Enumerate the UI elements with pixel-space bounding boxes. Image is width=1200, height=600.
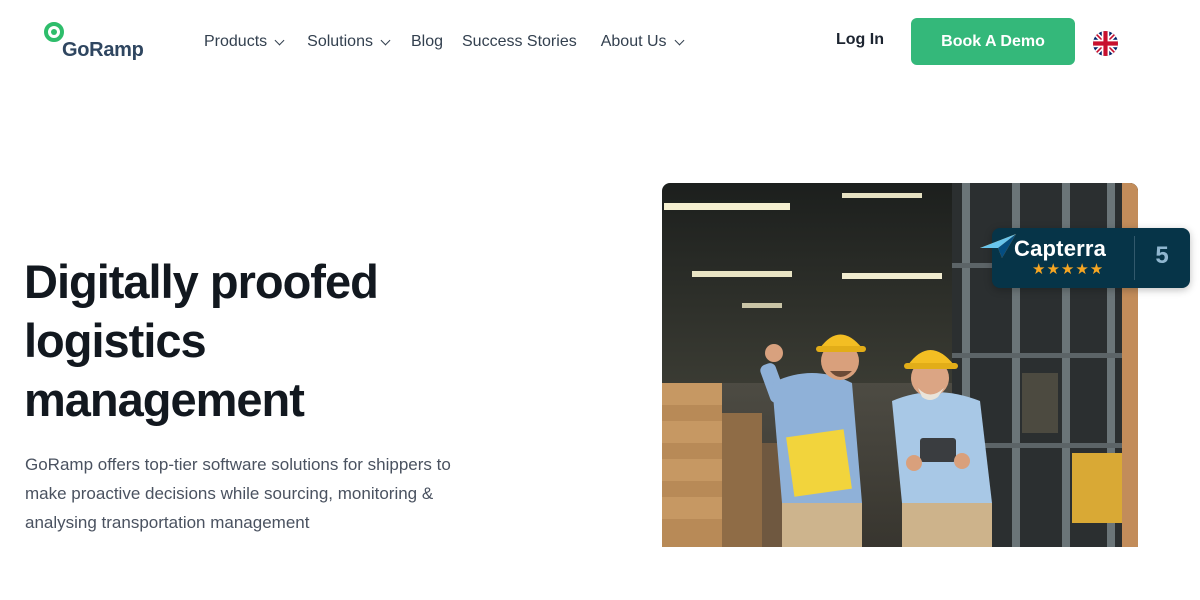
nav-item-success-stories[interactable]: Success Stories: [462, 33, 577, 51]
logo-ring-icon: [44, 22, 64, 42]
rating-stars-icon: ★★★★★: [1032, 261, 1105, 278]
hero-title: Digitally proofed logistics management: [24, 252, 444, 429]
login-link[interactable]: Log In: [836, 31, 884, 49]
hero-title-line: Digitally proofed: [24, 255, 379, 308]
capterra-arrow-icon: [980, 234, 1016, 258]
hero-title-line: management: [24, 373, 305, 426]
nav-item-label: Products: [204, 33, 268, 50]
capterra-score: 5: [1155, 242, 1169, 269]
capterra-name: Capterra: [1014, 236, 1107, 261]
nav-item-label: Blog: [410, 33, 443, 50]
chevron-down-icon: [380, 35, 391, 45]
main-nav: Products Solutions Blog Success Stories …: [204, 31, 684, 53]
nav-item-solutions[interactable]: Solutions: [307, 33, 391, 51]
chevron-down-icon: [274, 35, 285, 45]
site-header: GoRamp Products Solutions Blog Success S…: [0, 0, 1200, 86]
book-demo-button[interactable]: Book A Demo: [911, 18, 1075, 65]
hero-description-line: make proactive decisions while sourcing,…: [25, 484, 434, 503]
goramp-logo[interactable]: GoRamp: [42, 22, 157, 66]
hero-description-line: analysing transportation management: [25, 513, 310, 532]
logo-text: GoRamp: [62, 39, 144, 61]
nav-item-blog[interactable]: Blog: [411, 33, 443, 51]
nav-item-products[interactable]: Products: [204, 33, 285, 51]
nav-item-label: Success Stories: [462, 33, 577, 50]
hero-description-line: GoRamp offers top-tier software solution…: [25, 455, 451, 474]
uk-flag-icon[interactable]: [1093, 31, 1118, 56]
hero-description: GoRamp offers top-tier software solution…: [25, 450, 495, 537]
nav-item-label: About Us: [600, 33, 667, 50]
hero-title-line: logistics: [24, 314, 207, 367]
nav-item-about-us[interactable]: About Us: [600, 33, 684, 51]
chevron-down-icon: [674, 35, 684, 45]
capterra-rating-badge[interactable]: Capterra ★★★★★ 5: [980, 228, 1190, 288]
nav-item-label: Solutions: [307, 33, 373, 50]
